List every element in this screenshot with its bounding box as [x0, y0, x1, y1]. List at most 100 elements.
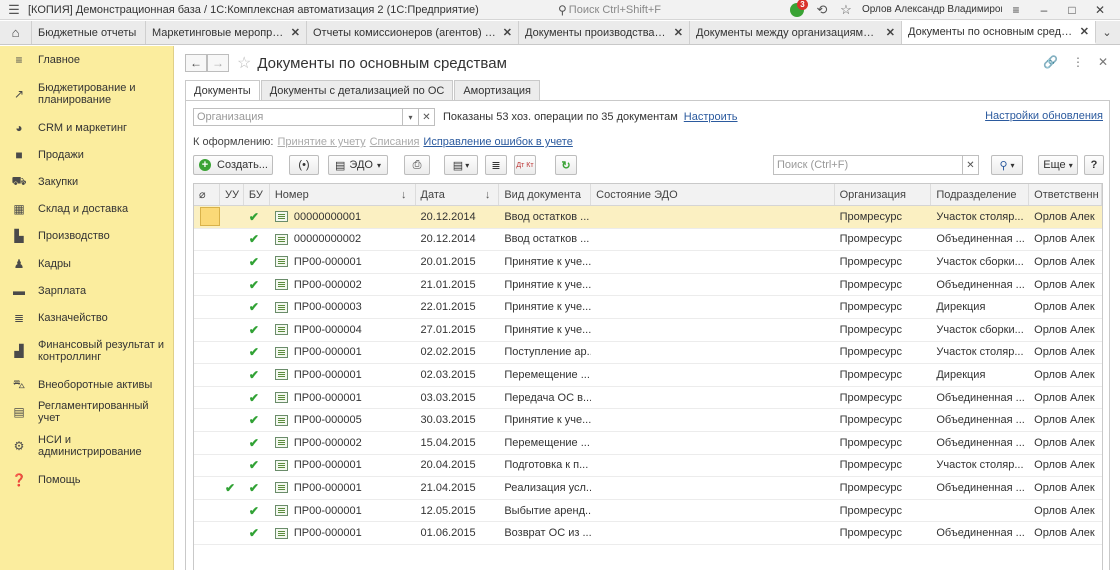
maximize-button[interactable]: □	[1058, 3, 1086, 17]
number-cell: 00000000002	[270, 229, 416, 251]
table-row[interactable]: ✔ ПР00-000001 20.04.2015 Подготовка к п... П…	[194, 455, 1102, 478]
sidebar-item-budgeting[interactable]: ↗ Бюджетирование и планирование	[0, 74, 173, 114]
column-header-uu[interactable]: УУ	[220, 184, 244, 205]
sidebar-item-hr[interactable]: ♟ Кадры	[0, 250, 173, 277]
sidebar-item-main[interactable]: ≡ Главное	[0, 46, 173, 74]
table-row[interactable]: ✔ ПР00-000001 03.03.2015 Передача ОС в... Пр…	[194, 387, 1102, 410]
column-header-document-kind[interactable]: Вид документа	[499, 184, 592, 205]
tab-marketing-events[interactable]: Маркетинговые мероприятия ✕	[146, 21, 307, 44]
sidebar-item-help[interactable]: ❓ Помощь	[0, 466, 173, 493]
sidebar-item-crm[interactable]: ◕ CRM и маркетинг	[0, 114, 173, 141]
list-search-input[interactable]: Поиск (Ctrl+F)	[773, 155, 963, 175]
organization-cell: Промресурс	[839, 346, 903, 359]
forward-button[interactable]: →	[207, 54, 229, 72]
accept-to-accounting-link[interactable]: Принятие к учету	[278, 136, 366, 148]
close-icon[interactable]: ✕	[1098, 55, 1108, 69]
table-row[interactable]: ✔ 00000000002 20.12.2014 Ввод остатков ... П…	[194, 229, 1102, 252]
tab-budget-reports[interactable]: Бюджетные отчеты	[32, 21, 146, 44]
report-icon[interactable]: ▤ ▾	[444, 155, 478, 175]
create-button[interactable]: + Создать...	[193, 155, 273, 175]
table-row[interactable]: ✔ ПР00-000004 27.01.2015 Принятие к уче... П…	[194, 319, 1102, 342]
table-row[interactable]: ✔ ПР00-000002 21.01.2015 Принятие к уче... П…	[194, 274, 1102, 297]
search-button[interactable]: ⚲ ▾	[991, 155, 1023, 175]
table-row[interactable]: ✔ ПР00-000001 02.03.2015 Перемещение ... Про…	[194, 364, 1102, 387]
organization-field[interactable]: Организация	[193, 108, 403, 126]
table-row[interactable]: ✔ ПР00-000005 30.03.2015 Принятие к уче... П…	[194, 409, 1102, 432]
column-header-date[interactable]: Дата ↓	[416, 184, 500, 205]
column-header-organization[interactable]: Организация	[835, 184, 932, 205]
table-row[interactable]: ✔ ПР00-000002 15.04.2015 Перемещение ... Про…	[194, 432, 1102, 455]
column-header-bu[interactable]: БУ	[244, 184, 270, 205]
uu-cell	[220, 342, 244, 364]
minimize-button[interactable]: –	[1030, 3, 1058, 17]
sidebar-item-salary[interactable]: ▬ Зарплата	[0, 277, 173, 304]
table-row[interactable]: ✔ ✔ ПР00-000001 21.04.2015 Реализация усл...…	[194, 477, 1102, 500]
attachment-column-header[interactable]: ⌀	[194, 184, 220, 205]
more-actions-icon[interactable]: ⋮	[1072, 55, 1084, 69]
close-icon[interactable]: ✕	[291, 26, 300, 39]
tab-fixed-assets-documents[interactable]: Документы по основным средствам ✕	[902, 21, 1096, 44]
sidebar-item-financial-result[interactable]: ▟ Финансовый результат и контроллинг	[0, 331, 173, 371]
list-icon[interactable]: ≣	[485, 155, 507, 175]
help-button[interactable]: ?	[1084, 155, 1104, 175]
main-menu-icon[interactable]: ☰	[0, 2, 28, 18]
sidebar-item-admin[interactable]: ⚙ НСИ и администрирование	[0, 426, 173, 466]
table-row[interactable]: ✔ ПР00-000003 22.01.2015 Принятие к уче... П…	[194, 296, 1102, 319]
radio-signal-icon[interactable]: (•)	[289, 155, 319, 175]
column-header-responsible[interactable]: Ответственн	[1029, 184, 1102, 205]
notifications-button[interactable]: 3	[788, 0, 810, 18]
refresh-settings-link[interactable]: Настройки обновления	[985, 110, 1103, 122]
write-offs-link[interactable]: Списания	[370, 136, 420, 148]
column-header-department[interactable]: Подразделение	[931, 184, 1030, 205]
favorite-star-icon[interactable]: ☆	[237, 53, 251, 73]
home-icon[interactable]: ⌂	[0, 21, 32, 44]
date-cell: 27.01.2015	[420, 323, 476, 336]
table-row[interactable]: ✔ ПР00-000001 12.05.2015 Выбытие аренд... Пр…	[194, 500, 1102, 523]
history-icon[interactable]: ⟲	[810, 2, 834, 18]
dt-kt-icon[interactable]: Дт Кт	[514, 155, 536, 175]
sidebar-item-sales[interactable]: ■ Продажи	[0, 141, 173, 168]
tab-production-documents[interactable]: Документы производства (все) ✕	[519, 21, 690, 44]
back-button[interactable]: ←	[185, 54, 207, 72]
close-icon[interactable]: ✕	[886, 26, 895, 39]
tab-interorg-documents[interactable]: Документы между организациями (все) ✕	[690, 21, 902, 44]
chevron-down-icon[interactable]: ▾	[403, 108, 419, 126]
favorites-star-icon[interactable]: ☆	[834, 2, 858, 18]
print-icon[interactable]: ⎙	[404, 155, 430, 175]
link-icon[interactable]: 🔗	[1043, 55, 1058, 69]
table-row[interactable]: ✔ ПР00-000001 01.06.2015 Возврат ОС из ... П…	[194, 522, 1102, 545]
tab-commission-reports[interactable]: Отчеты комиссионеров (агентов) о пр... ✕	[307, 21, 519, 44]
close-window-button[interactable]: ✕	[1086, 3, 1114, 17]
settings-menu-icon[interactable]: ≡	[1002, 3, 1030, 17]
error-correction-link[interactable]: Исправление ошибок в учете	[423, 136, 572, 148]
close-icon[interactable]: ✕	[674, 26, 683, 39]
edo-button[interactable]: ▤ ЭДО ▾	[328, 155, 388, 175]
table-row[interactable]: ✔ ПР00-000001 20.01.2015 Принятие к уче... П…	[194, 251, 1102, 274]
chevron-down-icon[interactable]: ⌄	[1096, 21, 1118, 44]
sidebar-item-purchases[interactable]: ⛟ Закупки	[0, 168, 173, 195]
table-row[interactable]: ✔ 00000000001 20.12.2014 Ввод остатков ... П…	[194, 206, 1102, 229]
uu-cell	[220, 364, 244, 386]
tab-depreciation[interactable]: Амортизация	[454, 80, 540, 100]
clear-icon[interactable]: ✕	[419, 108, 435, 126]
sidebar-item-treasury[interactable]: ≣ Казначейство	[0, 304, 173, 331]
user-name[interactable]: Орлов Александр Владимирович	[862, 4, 1002, 15]
global-search[interactable]: ⚲ Поиск Ctrl+Shift+F	[558, 2, 788, 18]
configure-link[interactable]: Настроить	[684, 111, 738, 123]
tab-documents[interactable]: Документы	[185, 80, 260, 101]
sidebar-item-production[interactable]: ▙ Производство	[0, 222, 173, 250]
tab-documents-detail-os[interactable]: Документы с детализацией по ОС	[260, 80, 454, 100]
table-row[interactable]: ✔ ПР00-000001 02.02.2015 Поступление ар... П…	[194, 342, 1102, 365]
more-button[interactable]: Еще ▾	[1038, 155, 1078, 175]
column-header-edo-state[interactable]: Состояние ЭДО	[591, 184, 835, 205]
current-cell-marker	[200, 207, 220, 227]
sidebar-item-warehouse[interactable]: ▦ Склад и доставка	[0, 195, 173, 222]
sidebar-item-fixed-assets[interactable]: ⛍ Внеоборотные активы	[0, 371, 173, 398]
clear-icon[interactable]: ✕	[963, 155, 979, 175]
refresh-icon[interactable]: ↻	[555, 155, 577, 175]
sidebar-item-regulated-accounting[interactable]: ▤ Регламентированный учет	[0, 398, 173, 426]
close-icon[interactable]: ✕	[503, 26, 512, 39]
sections-sidebar: ≡ Главное ↗ Бюджетирование и планирование …	[0, 46, 174, 570]
close-icon[interactable]: ✕	[1080, 25, 1089, 38]
column-header-number[interactable]: Номер ↓	[270, 184, 416, 205]
